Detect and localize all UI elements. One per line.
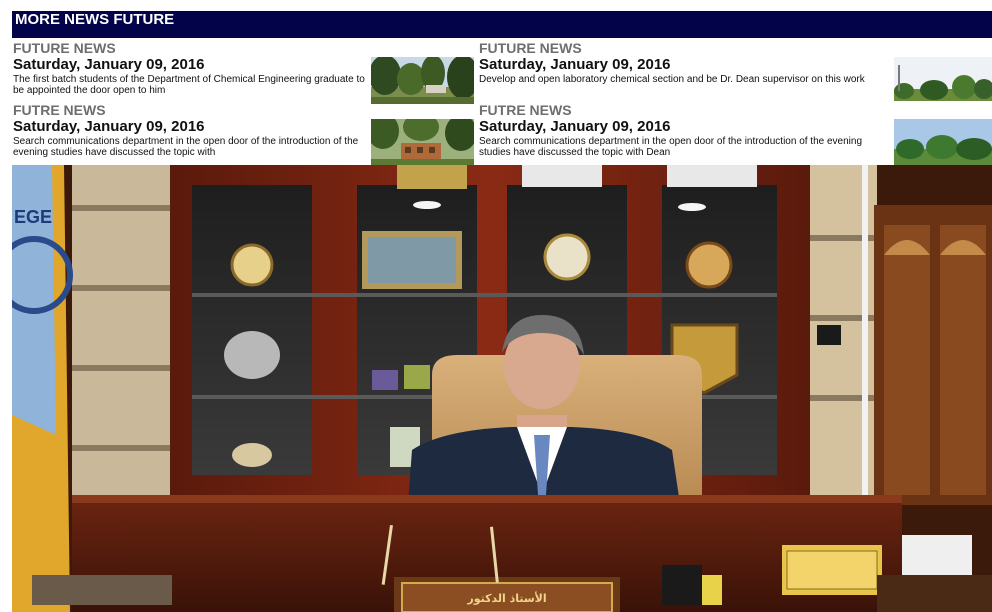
news-thumbnail[interactable] bbox=[371, 57, 474, 104]
news-thumbnail[interactable] bbox=[894, 57, 992, 101]
news-category[interactable]: FUTURE NEWS bbox=[13, 41, 370, 56]
news-thumbnail[interactable] bbox=[894, 119, 992, 165]
banner-text: EGE bbox=[14, 207, 52, 227]
news-summary[interactable]: Search communications department in the … bbox=[13, 136, 368, 158]
news-thumbnail[interactable] bbox=[371, 119, 474, 165]
section-header: MORE NEWS FUTURE bbox=[12, 11, 992, 38]
news-category[interactable]: FUTRE NEWS bbox=[13, 103, 370, 118]
news-item[interactable]: FUTURE NEWS Saturday, January 09, 2016 D… bbox=[479, 41, 889, 104]
news-summary[interactable]: The first batch students of the Departme… bbox=[13, 74, 368, 96]
news-date: Saturday, January 09, 2016 bbox=[479, 56, 671, 73]
news-date: Saturday, January 09, 2016 bbox=[13, 118, 205, 135]
news-item[interactable]: FUTURE NEWS Saturday, January 09, 2016 T… bbox=[13, 41, 370, 104]
news-category[interactable]: FUTURE NEWS bbox=[479, 41, 889, 56]
news-summary[interactable]: Develop and open laboratory chemical sec… bbox=[479, 74, 884, 85]
news-summary[interactable]: Search communications department in the … bbox=[479, 136, 884, 158]
news-category[interactable]: FUTRE NEWS bbox=[479, 103, 889, 118]
section-title: MORE NEWS FUTURE bbox=[15, 11, 175, 28]
news-item[interactable]: FUTRE NEWS Saturday, January 09, 2016 Se… bbox=[13, 103, 370, 166]
news-date: Saturday, January 09, 2016 bbox=[479, 118, 671, 135]
dean-office-photo: EGE الأستاذ الدكتور bbox=[12, 165, 992, 612]
news-date: Saturday, January 09, 2016 bbox=[13, 56, 205, 73]
news-item[interactable]: FUTRE NEWS Saturday, January 09, 2016 Se… bbox=[479, 103, 889, 166]
nameplate-text: الأستاذ الدكتور bbox=[466, 591, 546, 605]
